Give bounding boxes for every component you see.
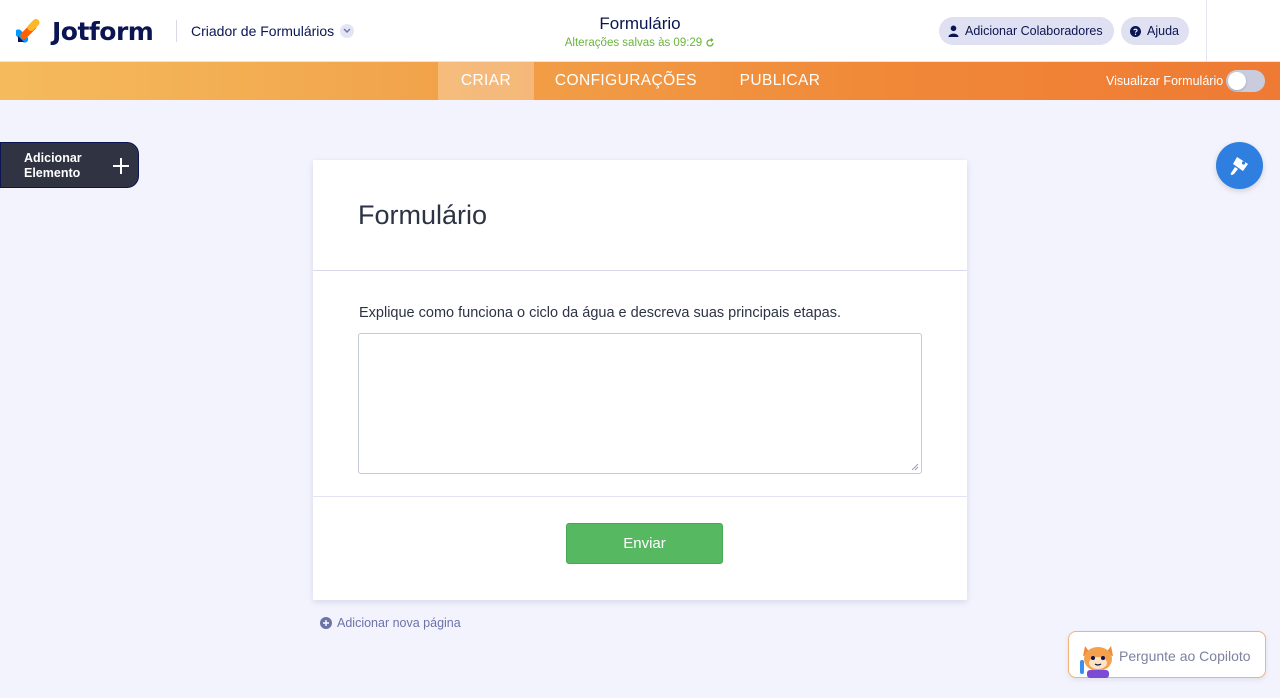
builder-nav-bar: CRIAR CONFIGURAÇÕES PUBLICAR Visualizar … [0,62,1280,100]
question-label[interactable]: Explique como funciona o ciclo da água e… [359,305,841,321]
user-icon [948,25,959,37]
form-heading[interactable]: Formulário [358,200,487,231]
submit-button[interactable]: Enviar [566,523,723,564]
form-title-block: Formulário Alterações salvas às 09:29 [540,14,740,51]
add-element-button[interactable]: Adicionar Elemento [0,142,139,188]
copilot-avatar-icon [1080,646,1113,678]
resize-grip-icon[interactable] [910,462,919,471]
refresh-icon [706,38,714,47]
brand-name: Jotform [52,16,154,46]
saved-status-text: Alterações salvas às 09:29 [564,37,703,49]
saved-status: Alterações salvas às 09:29 [540,35,740,51]
add-element-label: Adicionar Elemento [24,151,82,180]
submit-divider [313,496,967,497]
jotform-logo[interactable]: Jotform [16,14,154,48]
header-right-divider [1206,0,1207,62]
tab-configuracoes[interactable]: CONFIGURAÇÕES [544,62,708,100]
chevron-down-icon [340,24,355,38]
header-divider [176,20,177,42]
copilot-button[interactable]: Pergunte ao Copiloto [1068,631,1266,678]
toggle-knob [1228,72,1246,90]
help-label: Ajuda [1147,24,1179,38]
heading-divider [313,270,967,271]
tab-publicar[interactable]: PUBLICAR [730,62,830,100]
plus-circle-icon [320,617,332,629]
preview-form-toggle[interactable] [1226,70,1265,92]
builder-menu-dropdown[interactable]: Criador de Formulários [191,20,355,42]
builder-menu-label: Criador de Formulários [191,23,335,39]
help-button[interactable]: Ajuda [1121,17,1189,45]
plus-icon [113,158,129,174]
header-form-title[interactable]: Formulário [540,14,740,34]
add-new-page-label: Adicionar nova página [337,616,461,630]
preview-form-label: Visualizar Formulário [1106,74,1224,88]
add-collaborators-label: Adicionar Colaboradores [965,24,1103,38]
form-card: Formulário Explique como funciona o cicl… [313,160,967,600]
tab-criar[interactable]: CRIAR [438,62,534,100]
top-header: Jotform Criador de Formulários Formulári… [0,0,1280,62]
copilot-label: Pergunte ao Copiloto [1119,648,1251,664]
question-circle-icon [1130,25,1142,37]
add-new-page-link[interactable]: Adicionar nova página [320,616,461,630]
jotform-logo-icon [16,19,40,43]
answer-textarea[interactable] [358,333,922,474]
add-collaborators-button[interactable]: Adicionar Colaboradores [939,17,1114,45]
paint-roller-icon [1230,156,1248,175]
form-designer-button[interactable] [1216,142,1263,189]
